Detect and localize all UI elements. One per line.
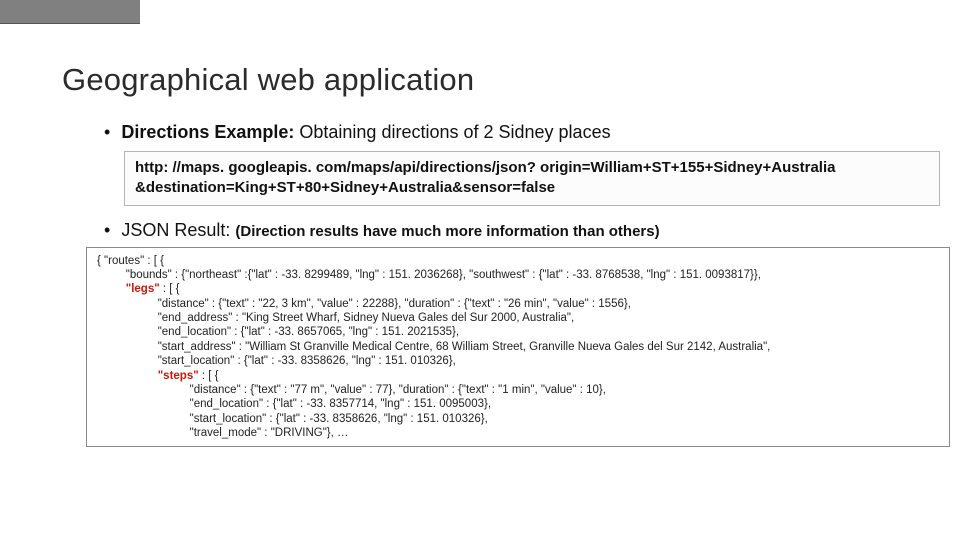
json-line: "steps" : [ {: [97, 369, 939, 383]
bullet-dot: •: [104, 122, 110, 142]
decorative-top-bar: [0, 0, 140, 24]
json-result-box: { "routes" : [ { "bounds" : {"northeast"…: [86, 247, 950, 448]
url-line-1: http: //maps. googleapis. com/maps/api/d…: [135, 158, 931, 178]
bullet-directions-example: • Directions Example: Obtaining directio…: [104, 122, 960, 143]
json-line: "end_location" : {"lat" : -33. 8357714, …: [97, 397, 939, 411]
slide-content: Geographical web application • Direction…: [0, 0, 960, 447]
json-line: "start_address" : "William St Granville …: [97, 340, 939, 354]
bullet-paren: (Direction results have much more inform…: [235, 223, 659, 240]
bullet-label: JSON Result:: [121, 220, 230, 240]
bullet-text: Obtaining directions of 2 Sidney places: [294, 122, 610, 142]
json-line: "start_location" : {"lat" : -33. 8358626…: [97, 412, 939, 426]
json-line: "travel_mode" : "DRIVING"}, …: [97, 426, 939, 440]
bullet-dot: •: [104, 220, 110, 240]
json-line: "start_location" : {"lat" : -33. 8358626…: [97, 354, 939, 368]
url-box: http: //maps. googleapis. com/maps/api/d…: [124, 151, 940, 206]
json-line: "bounds" : {"northeast" :{"lat" : -33. 8…: [97, 268, 939, 282]
url-line-2: &destination=King+ST+80+Sidney+Australia…: [135, 178, 931, 198]
json-line: "distance" : {"text" : "77 m", "value" :…: [97, 383, 939, 397]
bullet-json-result: • JSON Result: (Direction results have m…: [104, 220, 960, 241]
json-line: "distance" : {"text" : "22, 3 km", "valu…: [97, 297, 939, 311]
json-line: "legs" : [ {: [97, 282, 939, 296]
page-title: Geographical web application: [62, 62, 960, 98]
json-line: "end_location" : {"lat" : -33. 8657065, …: [97, 325, 939, 339]
json-line: { "routes" : [ {: [97, 254, 939, 268]
json-line: "end_address" : "King Street Wharf, Sidn…: [97, 311, 939, 325]
bullet-label: Directions Example:: [121, 122, 294, 142]
